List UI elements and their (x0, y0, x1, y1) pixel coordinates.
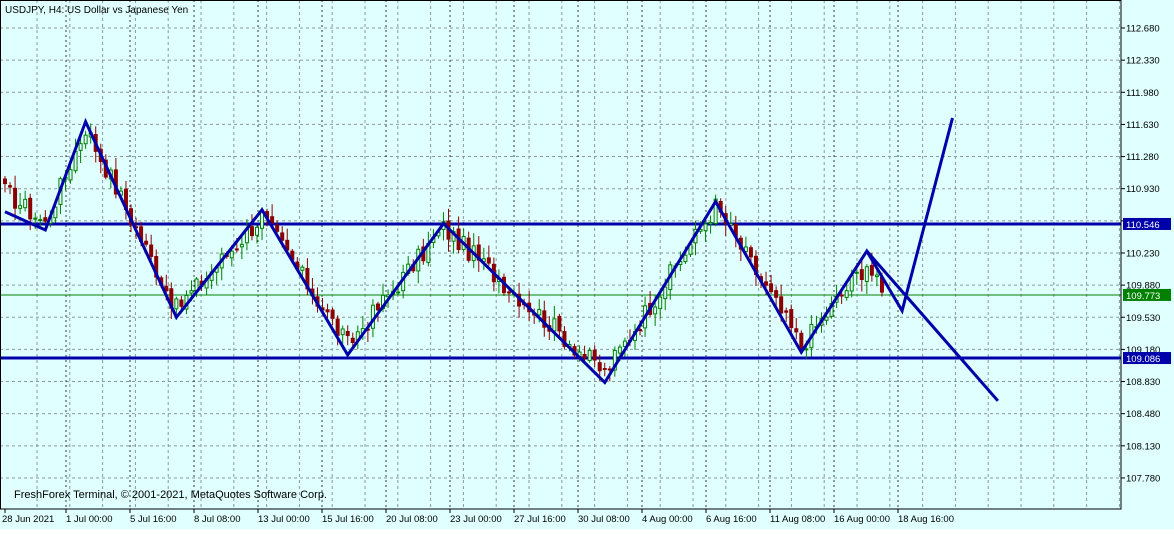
y-tick-label: 112.680 (1126, 24, 1160, 35)
x-tick-label: 11 Aug 08:00 (770, 514, 825, 525)
x-tick-label: 30 Jul 08:00 (578, 514, 630, 525)
level-price-tag: 109.086 (1123, 352, 1171, 365)
svg-text:109.086: 109.086 (1126, 354, 1160, 365)
level-price-tag: 110.546 (1123, 217, 1171, 231)
current-price-tag: 109.773 (1123, 288, 1171, 302)
y-tick-label: 111.980 (1126, 88, 1159, 99)
plot-background (0, 0, 1174, 529)
x-tick-label: 23 Jul 00:00 (450, 514, 502, 525)
x-tick-label: 15 Jul 16:00 (322, 514, 374, 525)
x-tick-label: 6 Aug 16:00 (706, 514, 757, 525)
y-tick-label: 109.530 (1126, 313, 1160, 324)
y-tick-label: 108.830 (1126, 377, 1160, 388)
chart-canvas[interactable]: 112.680 112.330 111.980 111.630 111.280 110.9… (0, 0, 1174, 529)
x-tick-label: 27 Jul 16:00 (514, 514, 566, 525)
x-tick-label: 28 Jun 2021 (2, 514, 54, 525)
x-tick-label: 16 Aug 00:00 (834, 514, 890, 525)
x-tick-label: 4 Aug 00:00 (642, 514, 693, 525)
x-tick-label: 20 Jul 08:00 (386, 514, 438, 525)
x-tick-label: 5 Jul 16:00 (130, 514, 176, 525)
y-tick-label: 107.780 (1126, 473, 1160, 484)
y-tick-label: 108.480 (1126, 409, 1160, 420)
y-tick-label: 111.630 (1126, 120, 1159, 131)
x-tick-label: 8 Jul 08:00 (194, 514, 240, 525)
y-tick-label: 111.280 (1126, 152, 1159, 163)
y-tick-label: 110.930 (1126, 184, 1160, 195)
y-tick-label: 110.230 (1126, 248, 1160, 259)
x-tick-label: 18 Aug 16:00 (898, 514, 954, 525)
x-tick-label: 13 Jul 00:00 (258, 514, 310, 525)
copyright-text: FreshForex Terminal, © 2001-2021, MetaQu… (14, 489, 327, 501)
y-tick-label: 112.330 (1126, 56, 1160, 67)
chart-window[interactable]: 112.680 112.330 111.980 111.630 111.280 110.9… (0, 0, 1174, 529)
chart-title: USDJPY, H4: US Dollar vs Japanese Yen (5, 5, 188, 16)
svg-text:110.546: 110.546 (1126, 220, 1160, 231)
svg-text:109.773: 109.773 (1126, 291, 1160, 302)
y-tick-label: 108.130 (1126, 441, 1160, 452)
x-tick-label: 1 Jul 00:00 (66, 514, 112, 525)
